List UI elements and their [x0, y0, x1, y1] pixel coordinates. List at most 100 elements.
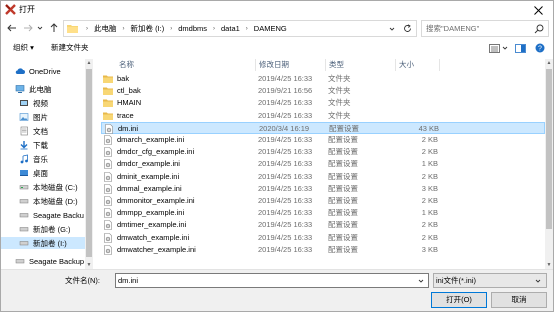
sidebar-item-downloads[interactable]: 下载	[1, 139, 85, 151]
file-row[interactable]: dmwatch_example.ini 2019/4/25 16:33 配置设置 2 …	[101, 232, 545, 244]
open-button[interactable]: 打开(O)	[431, 292, 487, 308]
filetype-select[interactable]: ini文件(*.ini)	[433, 273, 547, 288]
chevron-down-icon	[418, 279, 424, 283]
file-row[interactable]: dminit_example.ini 2019/4/25 16:33 配置设置 2 K…	[101, 171, 545, 183]
file-date: 2019/4/25 16:33	[258, 147, 313, 157]
filetype-dropdown-button[interactable]	[533, 275, 543, 286]
file-row[interactable]: dmarch_example.ini 2019/4/25 16:33 配置设置 2 K…	[101, 134, 545, 146]
file-row[interactable]: dmdcr_example.ini 2019/4/25 16:33 配置设置 1 KB	[101, 158, 545, 170]
column-header-name[interactable]: 名称	[116, 59, 256, 71]
search-input[interactable]	[426, 23, 526, 34]
breadcrumb-this-pc[interactable]: 此电脑	[92, 23, 119, 34]
filename-input[interactable]	[118, 275, 408, 286]
download-icon	[20, 141, 28, 150]
file-date: 2019/4/25 16:33	[258, 110, 313, 120]
file-row[interactable]: dmmpp_example.ini 2019/4/25 16:33 配置设置 1 KB	[101, 207, 545, 219]
help-button[interactable]: ?	[533, 42, 547, 54]
file-list-scrollbar[interactable]: ▲ ▼	[545, 59, 553, 269]
sidebar-item-label: Seagate Backu	[33, 210, 84, 220]
file-row[interactable]: HMAIN 2019/4/25 16:33 文件夹	[101, 97, 545, 109]
column-header-size[interactable]: 大小	[396, 59, 440, 71]
sidebar-item-onedrive[interactable]: OneDrive	[1, 65, 85, 77]
file-type: 文件夹	[328, 74, 351, 83]
file-row[interactable]: dm.ini 2020/3/4 16:19 配置设置 43 KB	[101, 121, 545, 134]
folder-icon	[103, 99, 113, 108]
filename-dropdown-button[interactable]	[416, 275, 426, 286]
drive-icon	[19, 185, 29, 190]
pictures-folder-icon	[19, 113, 29, 121]
sidebar-item-drive-i[interactable]: 新加卷 (I:)	[1, 237, 85, 249]
scroll-down-arrow[interactable]: ▼	[545, 261, 553, 269]
file-row[interactable]: trace 2019/4/25 16:33 文件夹	[101, 110, 545, 122]
file-row[interactable]: ctl_bak 2019/9/21 16:56 文件夹	[101, 85, 545, 97]
title-bar: 打开	[1, 1, 553, 19]
sidebar-scrollbar[interactable]: ▲ ▼	[85, 59, 93, 269]
column-header-date[interactable]: 修改日期	[256, 59, 326, 71]
file-row[interactable]: dmwatcher_example.ini 2019/4/25 16:33 配置设置…	[101, 244, 545, 256]
sidebar-item-pictures[interactable]: 图片	[1, 111, 85, 123]
sidebar-item-documents[interactable]: 文档	[1, 125, 85, 137]
sidebar-item-desktop[interactable]: 桌面	[1, 167, 85, 179]
recent-locations-button[interactable]	[35, 21, 45, 35]
sidebar-item-music[interactable]: 音乐	[1, 153, 85, 165]
new-folder-button[interactable]: 新建文件夹	[51, 42, 89, 54]
file-size: 2 KB	[421, 147, 438, 157]
open-file-dialog: 打开 › 此电脑 › 新加卷 (I:) › dmdbms › data1 › D…	[0, 0, 554, 312]
help-icon: ?	[535, 43, 545, 53]
breadcrumb-separator[interactable]: ›	[209, 26, 219, 32]
cancel-button[interactable]: 取消	[491, 292, 547, 308]
organize-menu[interactable]: 组织 ▾	[13, 42, 34, 54]
file-row[interactable]: dmmonitor_example.ini 2019/4/25 16:33 配置设置…	[101, 195, 545, 207]
cloud-icon	[15, 68, 25, 74]
scrollbar-thumb[interactable]	[546, 69, 552, 229]
scrollbar-thumb[interactable]	[86, 69, 92, 257]
filetype-value: ini文件(*.ini)	[436, 276, 477, 285]
drive-icon	[19, 199, 29, 204]
config-file-icon	[104, 208, 112, 218]
sidebar-item-videos[interactable]: 视频	[1, 97, 85, 109]
sidebar-item-drive-c[interactable]: 本地磁盘 (C:)	[1, 181, 85, 193]
breadcrumb-drive-i[interactable]: 新加卷 (I:)	[129, 23, 167, 34]
view-dropdown-button[interactable]	[501, 42, 509, 54]
breadcrumb-dmdbms[interactable]: dmdbms	[176, 24, 209, 33]
breadcrumb-separator[interactable]: ›	[166, 26, 176, 32]
scroll-up-arrow[interactable]: ▲	[85, 59, 93, 67]
file-row[interactable]: dmmal_example.ini 2019/4/25 16:33 配置设置 3 KB	[101, 183, 545, 195]
breadcrumb-separator[interactable]: ›	[119, 26, 129, 32]
breadcrumb-data1[interactable]: data1	[219, 24, 242, 33]
filename-combo[interactable]	[115, 273, 429, 288]
file-type: 配置设置	[329, 123, 359, 133]
address-dropdown-button[interactable]	[386, 21, 398, 36]
address-bar[interactable]: › 此电脑 › 新加卷 (I:) › dmdbms › data1 › DAME…	[63, 20, 417, 37]
search-icon	[534, 24, 544, 34]
file-size: 43 KB	[418, 123, 439, 133]
preview-pane-button[interactable]	[513, 42, 527, 54]
file-row[interactable]: dmdcr_cfg_example.ini 2019/4/25 16:33 配置设置…	[101, 146, 545, 158]
search-box[interactable]	[421, 20, 549, 37]
refresh-button[interactable]	[400, 21, 414, 36]
sidebar-item-this-pc[interactable]: 此电脑	[1, 83, 85, 95]
view-options-button[interactable]	[487, 42, 501, 54]
file-row[interactable]: dmtimer_example.ini 2019/4/25 16:33 配置设置 2 …	[101, 219, 545, 231]
breadcrumb-separator[interactable]: ›	[242, 26, 252, 32]
folder-icon	[103, 112, 113, 120]
sidebar-item-drive-g[interactable]: 新加卷 (G:)	[1, 223, 85, 235]
chevron-down-icon	[37, 26, 43, 30]
sidebar-item-drive-d[interactable]: 本地磁盘 (D:)	[1, 195, 85, 207]
breadcrumb-dameng[interactable]: DAMENG	[252, 24, 289, 33]
sidebar-item-label: OneDrive	[29, 66, 61, 76]
sidebar-item-seagate-backup-1[interactable]: Seagate Backu	[1, 209, 85, 221]
up-button[interactable]	[47, 21, 61, 35]
file-size: 2 KB	[421, 220, 438, 230]
forward-button[interactable]	[21, 21, 35, 35]
video-folder-icon	[20, 100, 28, 106]
scroll-down-arrow[interactable]: ▼	[85, 261, 93, 269]
scroll-up-arrow[interactable]: ▲	[545, 59, 553, 67]
column-header-type[interactable]: 类型	[326, 59, 396, 71]
sidebar-item-seagate-backup-2[interactable]: Seagate Backup	[1, 255, 85, 267]
file-date: 2019/4/25 16:33	[258, 159, 313, 169]
toolbar: 组织 ▾ 新建文件夹 ?	[1, 39, 553, 57]
close-button[interactable]	[527, 1, 549, 19]
file-row[interactable]: bak 2019/4/25 16:33 文件夹	[101, 73, 545, 85]
back-button[interactable]	[5, 21, 19, 35]
